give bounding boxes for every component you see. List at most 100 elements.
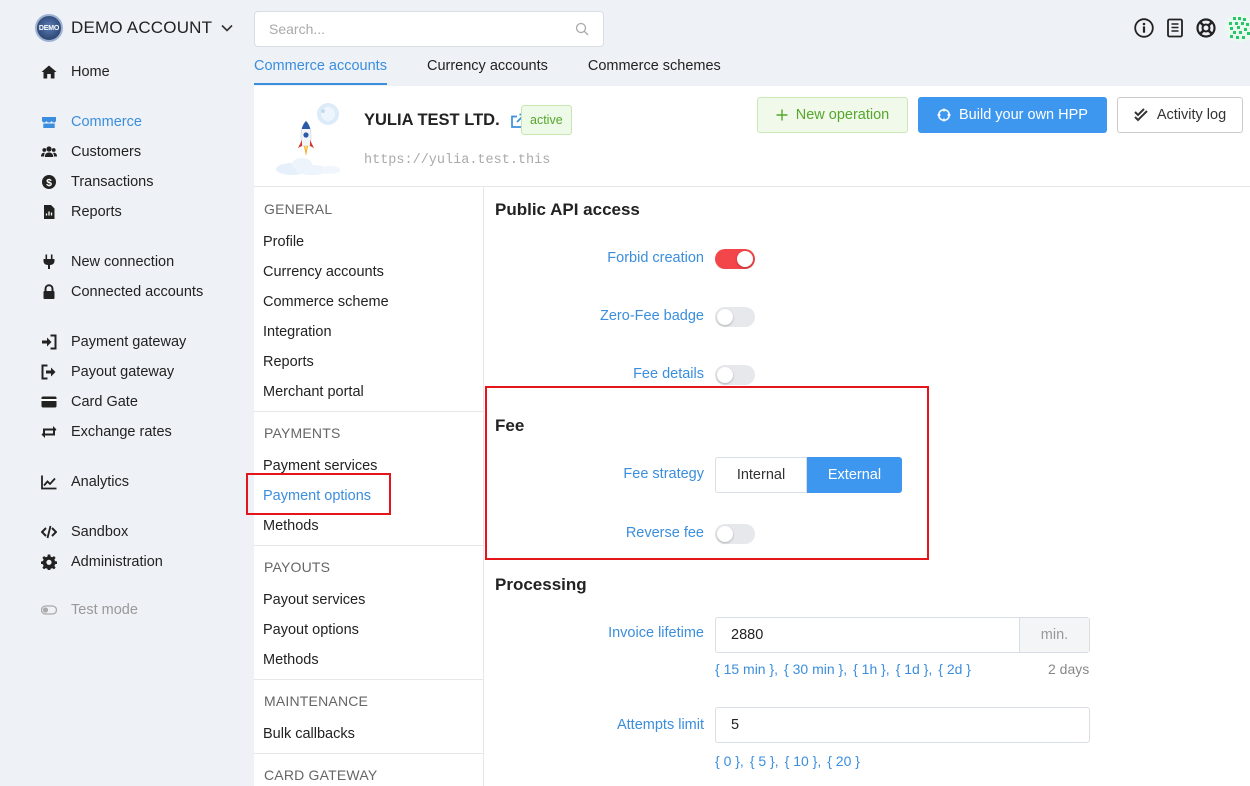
fee-details-toggle[interactable] [715, 365, 755, 385]
menu-item-merchant-portal[interactable]: Merchant portal [263, 384, 364, 400]
menu-divider [254, 411, 484, 412]
invoice-lifetime-input[interactable] [716, 618, 1019, 652]
button-label: Build your own HPP [959, 107, 1088, 123]
sidebar-item-new-connection[interactable]: New connection [40, 253, 174, 270]
preset-2d[interactable]: { 2d } [938, 661, 971, 677]
toggle-icon [40, 601, 57, 618]
home-icon [40, 63, 57, 80]
button-label: Activity log [1156, 107, 1227, 123]
menu-item-reports[interactable]: Reports [263, 354, 314, 370]
sidebar-item-administration[interactable]: Administration [40, 553, 163, 570]
forbid-creation-toggle[interactable] [715, 249, 755, 269]
zero-fee-badge-label: Zero-Fee badge [600, 308, 704, 324]
preset-5[interactable]: { 5 }, [750, 753, 779, 769]
section-title-fee: Fee [495, 416, 525, 435]
menu-item-commerce-scheme[interactable]: Commerce scheme [263, 294, 389, 310]
invoice-lifetime-label: Invoice lifetime [608, 625, 704, 641]
book-icon[interactable] [1164, 17, 1186, 39]
preset-30-min[interactable]: { 30 min }, [784, 661, 847, 677]
menu-heading-payouts: PAYOUTS [264, 559, 331, 575]
menu-item-currency-accounts[interactable]: Currency accounts [263, 264, 384, 280]
preset-1h[interactable]: { 1h }, [853, 661, 890, 677]
fee-strategy-selector: Internal External [715, 457, 902, 493]
info-icon[interactable] [1133, 17, 1155, 39]
card-icon [40, 393, 57, 410]
menu-item-payout-services[interactable]: Payout services [263, 592, 365, 608]
tab-commerce-accounts[interactable]: Commerce accounts [254, 58, 387, 85]
fee-strategy-external[interactable]: External [807, 457, 902, 493]
menu-heading-general: GENERAL [264, 201, 333, 217]
sidebar-item-commerce[interactable]: Commerce [40, 113, 142, 130]
menu-item-payment-options[interactable]: Payment options [263, 488, 371, 504]
toggle-knob [717, 526, 733, 542]
preset-0[interactable]: { 0 }, [715, 753, 744, 769]
preset-10[interactable]: { 10 }, [785, 753, 822, 769]
sidebar-item-label: Connected accounts [71, 283, 204, 300]
exchange-icon [40, 423, 57, 440]
menu-item-bulk-callbacks[interactable]: Bulk callbacks [263, 726, 355, 742]
preset-1d[interactable]: { 1d }, [896, 661, 933, 677]
new-operation-button[interactable]: New operation [757, 97, 908, 133]
sidebar-item-label: Analytics [71, 473, 130, 490]
attempts-limit-presets: { 0 }, { 5 }, { 10 }, { 20 } [715, 753, 860, 769]
sidebar-item-label: Payment gateway [71, 333, 187, 350]
search-input[interactable] [269, 21, 575, 37]
user-avatar[interactable] [1224, 13, 1250, 43]
sidebar-item-label: Transactions [71, 173, 154, 190]
tab-commerce-schemes[interactable]: Commerce schemes [588, 58, 721, 85]
section-title-processing: Processing [495, 575, 587, 594]
sidebar-item-connected-accounts[interactable]: Connected accounts [40, 283, 203, 300]
activity-log-button[interactable]: Activity log [1117, 97, 1243, 133]
sidebar-item-payment-gateway[interactable]: Payment gateway [40, 333, 186, 350]
merchant-name: YULIA TEST LTD. [364, 111, 500, 129]
toggle-knob [717, 309, 733, 325]
sidebar-item-label: Sandbox [71, 523, 129, 540]
fee-strategy-internal[interactable]: Internal [715, 457, 807, 493]
test-mode-toggle[interactable]: Test mode [40, 601, 138, 618]
fee-strategy-label: Fee strategy [623, 466, 704, 482]
tab-currency-accounts[interactable]: Currency accounts [427, 58, 548, 85]
zero-fee-badge-toggle[interactable] [715, 307, 755, 327]
menu-item-profile[interactable]: Profile [263, 234, 304, 250]
support-icon[interactable] [1195, 17, 1217, 39]
plus-icon [776, 109, 788, 121]
chevron-down-icon [221, 24, 233, 32]
toggle-knob [737, 251, 753, 267]
sidebar-item-card-gate[interactable]: Card Gate [40, 393, 138, 410]
chart-icon [40, 473, 57, 490]
gear-icon [40, 553, 57, 570]
top-icons [1133, 17, 1217, 39]
merchant-name-row: YULIA TEST LTD. [364, 111, 526, 130]
reverse-fee-toggle[interactable] [715, 524, 755, 544]
double-check-icon [1134, 108, 1148, 122]
account-logo: DEMO [35, 14, 63, 42]
settings-menu: GENERAL Profile Currency accounts Commer… [254, 187, 484, 786]
sidebar-item-home[interactable]: Home [40, 63, 110, 80]
menu-item-payout-options[interactable]: Payout options [263, 622, 359, 638]
sidebar-item-exchange-rates[interactable]: Exchange rates [40, 423, 172, 440]
menu-item-payout-methods[interactable]: Methods [263, 652, 319, 668]
section-title-public-api: Public API access [495, 200, 640, 219]
sidebar-item-payout-gateway[interactable]: Payout gateway [40, 363, 174, 380]
button-label: New operation [795, 107, 890, 123]
preset-20[interactable]: { 20 } [827, 753, 860, 769]
sign-out-icon [40, 363, 57, 380]
menu-item-payment-methods[interactable]: Methods [263, 518, 319, 534]
merchant-url: https://yulia.test.this [364, 153, 551, 168]
sidebar-item-sandbox[interactable]: Sandbox [40, 523, 128, 540]
sidebar-item-transactions[interactable]: $ Transactions [40, 173, 153, 190]
sidebar-item-analytics[interactable]: Analytics [40, 473, 129, 490]
preset-15-min[interactable]: { 15 min }, [715, 661, 778, 677]
menu-item-integration[interactable]: Integration [263, 324, 332, 340]
invoice-lifetime-group: min. [715, 617, 1090, 653]
crosshair-icon [937, 108, 951, 122]
account-switcher[interactable]: DEMO DEMO ACCOUNT [35, 14, 234, 42]
menu-item-payment-services[interactable]: Payment services [263, 458, 377, 474]
attempts-limit-input[interactable] [716, 708, 1089, 742]
sidebar-item-reports[interactable]: Reports [40, 203, 122, 220]
search-icon[interactable] [575, 22, 589, 36]
menu-heading-payments: PAYMENTS [264, 425, 341, 441]
invoice-lifetime-presets: { 15 min }, { 30 min }, { 1h }, { 1d }, … [715, 661, 971, 677]
build-hpp-button[interactable]: Build your own HPP [918, 97, 1107, 133]
sidebar-item-customers[interactable]: Customers [40, 143, 141, 160]
